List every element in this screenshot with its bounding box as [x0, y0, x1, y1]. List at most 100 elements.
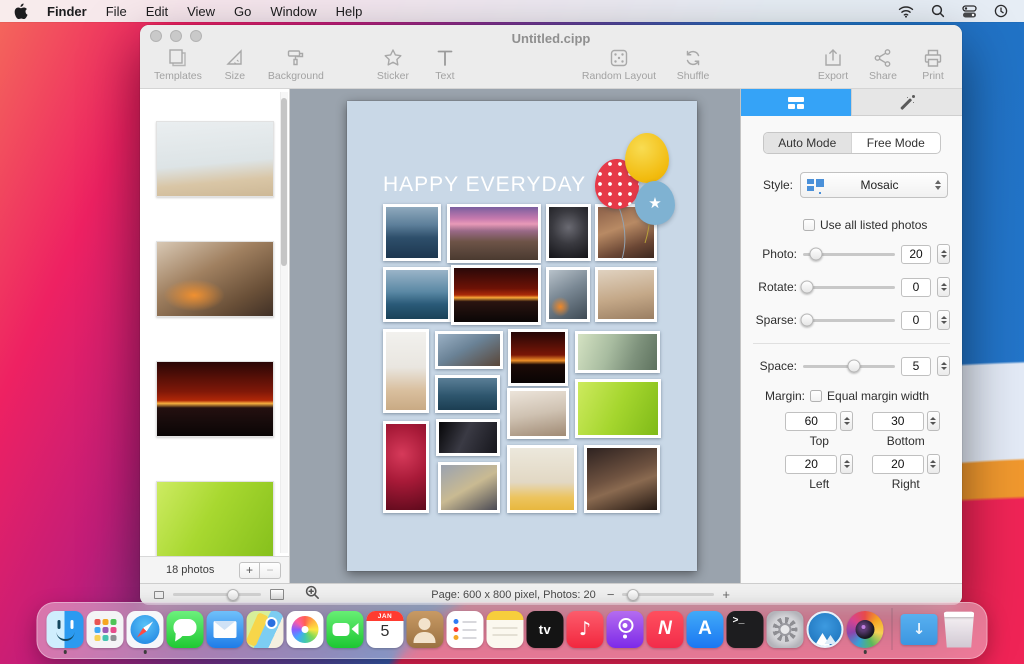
collage-photo-ocean-waves[interactable] [383, 267, 451, 322]
dock-downloads[interactable] [901, 611, 938, 648]
thumbnail-size-slider[interactable] [173, 593, 261, 596]
menu-item-finder[interactable]: Finder [47, 4, 87, 19]
collage-photo-red-sunset-wide[interactable] [451, 265, 541, 325]
title-bar[interactable]: Untitled.cipp [140, 25, 962, 45]
dock-terminal[interactable] [727, 611, 764, 648]
sparse-stepper[interactable] [937, 310, 950, 330]
close-button[interactable] [150, 30, 162, 42]
photo-thumb-green-mantis[interactable] [156, 481, 274, 557]
space-stepper[interactable] [937, 356, 950, 376]
dock-system-preferences[interactable] [767, 611, 804, 648]
collage-photo-dark-warrior[interactable] [546, 204, 591, 261]
slider-thumb[interactable] [847, 360, 860, 373]
photo-slider[interactable] [803, 253, 895, 256]
photo-thumb-dog-on-sand[interactable] [156, 121, 274, 197]
dock-peak-collage[interactable] [807, 611, 844, 648]
collage-title-text[interactable]: HAPPY EVERYDAY [383, 173, 586, 197]
size-button[interactable]: Size [218, 47, 252, 82]
space-slider[interactable] [803, 365, 895, 368]
collage-photo-cat[interactable] [575, 331, 660, 373]
shuffle-button[interactable]: Shuffle [676, 47, 710, 82]
collage-photo-scifi-scene[interactable] [546, 267, 590, 322]
dock-calendar[interactable]: JAN 5 [367, 611, 404, 648]
menu-item-go[interactable]: Go [234, 4, 251, 19]
slider-thumb[interactable] [809, 248, 822, 261]
menu-item-edit[interactable]: Edit [146, 4, 168, 19]
dock-launchpad[interactable] [87, 611, 124, 648]
dock-trash[interactable] [941, 611, 978, 648]
style-dropdown[interactable]: Mosaic [800, 172, 948, 198]
collage-photo-purple-mountains[interactable] [447, 204, 541, 263]
margin-top-input[interactable]: 60 [785, 412, 837, 431]
slider-thumb[interactable] [800, 281, 813, 294]
slider-thumb[interactable] [800, 314, 813, 327]
margin-top-stepper[interactable] [840, 411, 853, 431]
control-center-icon[interactable] [962, 5, 977, 18]
dock-notes[interactable] [487, 611, 524, 648]
free-mode-option[interactable]: Free Mode [851, 133, 940, 153]
background-button[interactable]: Background [268, 47, 324, 82]
sticker-button[interactable]: Sticker [376, 47, 410, 82]
dock-contacts[interactable] [407, 611, 444, 648]
remove-photo-button[interactable]: − [260, 562, 281, 579]
balloons-sticker[interactable] [587, 131, 702, 281]
search-icon[interactable] [931, 4, 945, 18]
menu-item-help[interactable]: Help [336, 4, 363, 19]
collage-photo-woman-in-blue[interactable] [435, 331, 503, 369]
collage-photo-green-mantis[interactable] [575, 379, 661, 438]
dock-facetime[interactable] [327, 611, 364, 648]
collage-photo-raspberries[interactable] [383, 421, 429, 513]
templates-button[interactable]: Templates [154, 47, 202, 82]
dock-photo-collage[interactable] [847, 611, 884, 648]
margin-right-input[interactable]: 20 [872, 455, 924, 474]
sparse-value[interactable]: 0 [901, 311, 931, 330]
minimize-button[interactable] [170, 30, 182, 42]
zoom-button[interactable] [190, 30, 202, 42]
collage-photo-revolver[interactable] [438, 462, 500, 513]
wifi-icon[interactable] [898, 5, 914, 18]
dock-messages[interactable] [167, 611, 204, 648]
collage-photo-red-sunset-small[interactable] [508, 329, 568, 386]
share-button[interactable]: Share [866, 47, 900, 82]
dock-finder[interactable] [47, 611, 84, 648]
tab-layout[interactable] [741, 89, 851, 116]
dock-reminders[interactable] [447, 611, 484, 648]
use-all-photos-checkbox[interactable] [803, 219, 815, 231]
scrollbar-thumb[interactable] [281, 98, 287, 266]
dock-app-store[interactable] [687, 611, 724, 648]
tab-adjust[interactable] [851, 89, 962, 116]
dock-news[interactable] [647, 611, 684, 648]
canvas-zoom-slider[interactable] [622, 593, 714, 596]
dock-safari[interactable] [127, 611, 164, 648]
rotate-stepper[interactable] [937, 277, 950, 297]
clock-icon[interactable] [994, 4, 1008, 18]
margin-bottom-input[interactable]: 30 [872, 412, 924, 431]
zoom-out-button[interactable]: − [607, 588, 615, 601]
dock-tv[interactable]: tv [527, 611, 564, 648]
photo-value[interactable]: 20 [901, 245, 931, 264]
menu-item-view[interactable]: View [187, 4, 215, 19]
apple-menu-icon[interactable] [14, 3, 28, 19]
rotate-value[interactable]: 0 [901, 278, 931, 297]
margin-right-stepper[interactable] [927, 454, 940, 474]
photo-thumb-scifi-crash[interactable] [156, 241, 274, 317]
add-photo-button[interactable]: + [239, 562, 260, 579]
collage-photo-dark-knight[interactable] [436, 419, 500, 456]
text-button[interactable]: Text [428, 47, 462, 82]
collage-page[interactable]: HAPPY EVERYDAY [347, 101, 697, 571]
menu-item-file[interactable]: File [106, 4, 127, 19]
sidebar-scrollbar[interactable] [280, 92, 288, 553]
random-layout-button[interactable]: Random Layout [582, 47, 656, 82]
collage-photo-husky-on-beach[interactable] [383, 204, 441, 261]
menu-item-window[interactable]: Window [270, 4, 316, 19]
zoom-in-button[interactable]: + [722, 588, 730, 601]
collage-photo-ocean-waves-2[interactable] [435, 375, 500, 413]
print-button[interactable]: Print [916, 47, 950, 82]
margin-left-stepper[interactable] [840, 454, 853, 474]
collage-photo-collie-closeup[interactable] [383, 329, 429, 413]
collage-photo-woman-at-window[interactable] [584, 445, 660, 513]
photo-thumb-red-sunset[interactable] [156, 361, 274, 437]
photo-stepper[interactable] [937, 244, 950, 264]
dock-maps[interactable] [247, 611, 284, 648]
sparse-slider[interactable] [803, 319, 895, 322]
